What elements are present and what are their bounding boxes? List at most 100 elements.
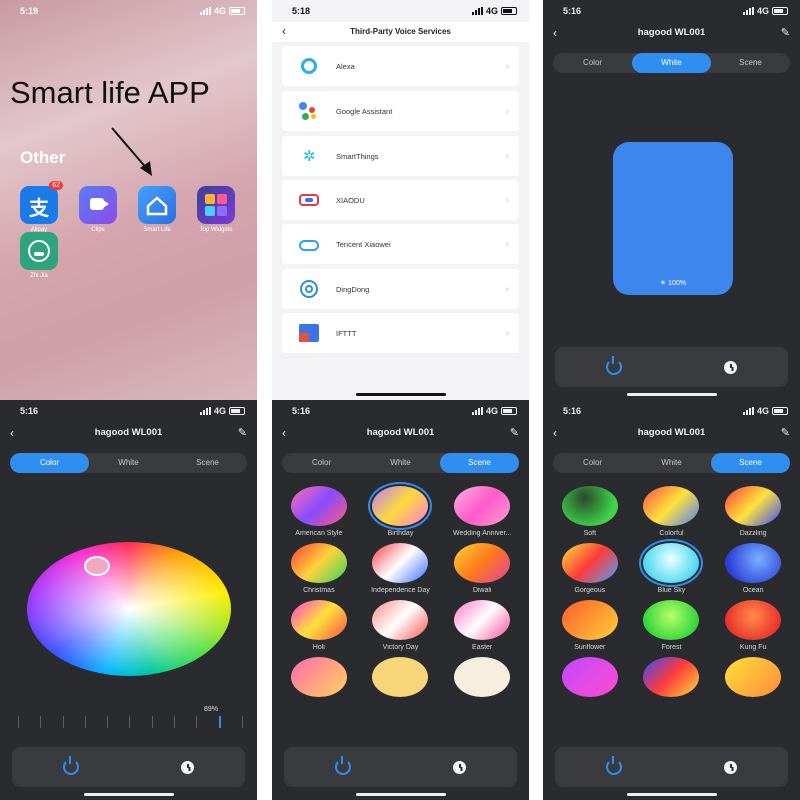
status-time: 5:16 xyxy=(563,406,582,416)
scene-mode-panel-2: 5:16 4G ‹ hagood WL001 ✎ Color White Sce… xyxy=(543,400,800,800)
status-bar: 5:19 4G xyxy=(0,0,257,22)
scene-soft[interactable]: Soft xyxy=(549,486,631,537)
app-label: Smart Life xyxy=(143,227,171,233)
chevron-right-icon: › xyxy=(505,283,509,295)
battery-icon xyxy=(229,7,245,15)
power-icon[interactable] xyxy=(606,756,622,775)
service-row-tencent-xiaowei[interactable]: Tencent Xiaowei › xyxy=(282,224,519,264)
service-row-dingdong[interactable]: DingDong › xyxy=(282,269,519,309)
tab-white[interactable]: White xyxy=(632,453,711,473)
color-wheel[interactable] xyxy=(27,542,231,676)
back-button[interactable]: ‹ xyxy=(282,24,286,38)
scene-blue-sky[interactable]: Blue Sky xyxy=(631,543,713,594)
scene-item[interactable] xyxy=(631,657,713,701)
timer-icon[interactable] xyxy=(724,360,737,374)
power-icon[interactable] xyxy=(335,756,351,775)
app-top-widgets[interactable]: Top Widgets xyxy=(195,186,237,233)
back-button[interactable]: ‹ xyxy=(282,422,286,444)
scene-diwali[interactable]: Diwali xyxy=(441,543,523,594)
tab-white[interactable]: White xyxy=(632,53,711,73)
scene-birthday[interactable]: Birthday xyxy=(360,486,442,537)
scene-item[interactable] xyxy=(549,657,631,701)
scene-label: Blue Sky xyxy=(657,587,686,594)
service-row-ifttt[interactable]: IFTTT › xyxy=(282,313,519,353)
timer-icon[interactable] xyxy=(453,760,466,774)
scene-item[interactable] xyxy=(278,657,360,701)
tab-color[interactable]: Color xyxy=(553,53,632,73)
service-row-google-assistant[interactable]: Google Assistant › xyxy=(282,91,519,131)
scene-wedding-anniversary[interactable]: Wedding Anniver... xyxy=(441,486,523,537)
battery-icon xyxy=(229,407,245,415)
tab-color[interactable]: Color xyxy=(553,453,632,473)
brightness-panel[interactable]: ☀ 100% xyxy=(613,142,733,295)
tab-scene[interactable]: Scene xyxy=(711,53,790,73)
service-row-smartthings[interactable]: ✲ SmartThings › xyxy=(282,136,519,176)
color-picker-handle[interactable] xyxy=(84,556,110,576)
scene-kung-fu[interactable]: Kung Fu xyxy=(712,600,794,651)
scene-item[interactable] xyxy=(441,657,523,701)
app-zhi-jia[interactable]: Zhi Jia xyxy=(18,232,60,279)
app-clips[interactable]: Clips xyxy=(77,186,119,233)
scene-colorful[interactable]: Colorful xyxy=(631,486,713,537)
google-assistant-icon xyxy=(298,100,320,122)
power-icon[interactable] xyxy=(606,356,622,375)
battery-icon xyxy=(772,407,788,415)
device-title: hagood WL001 xyxy=(637,427,706,438)
scene-american-style[interactable]: American Style xyxy=(278,486,360,537)
edit-icon[interactable]: ✎ xyxy=(238,422,247,444)
scene-easter[interactable]: Easter xyxy=(441,600,523,651)
timer-icon[interactable] xyxy=(724,760,737,774)
edit-icon[interactable]: ✎ xyxy=(781,22,790,44)
arrow-icon xyxy=(111,127,152,176)
device-header: ‹ hagood WL001 ✎ xyxy=(272,422,529,444)
chevron-right-icon: › xyxy=(505,60,509,72)
service-row-alexa[interactable]: Alexa › xyxy=(282,46,519,86)
device-header: ‹ hagood WL001 ✎ xyxy=(543,22,800,44)
smartthings-icon: ✲ xyxy=(303,148,316,165)
scene-forest[interactable]: Forest xyxy=(631,600,713,651)
scene-dazzling[interactable]: Dazzling xyxy=(712,486,794,537)
scene-holi[interactable]: Holi xyxy=(278,600,360,651)
tab-scene[interactable]: Scene xyxy=(168,453,247,473)
scene-independence-day[interactable]: Independence Day xyxy=(360,543,442,594)
nav-bar: ‹ Third-Party Voice Services xyxy=(272,22,529,42)
timer-icon[interactable] xyxy=(181,760,194,774)
scene-victory-day[interactable]: Victory Day xyxy=(360,600,442,651)
tab-color[interactable]: Color xyxy=(10,453,89,473)
scene-item[interactable] xyxy=(712,657,794,701)
scene-gorgeous[interactable]: Gorgeous xyxy=(549,543,631,594)
tab-white[interactable]: White xyxy=(361,453,440,473)
edit-icon[interactable]: ✎ xyxy=(781,422,790,444)
tab-scene[interactable]: Scene xyxy=(711,453,790,473)
service-label: DingDong xyxy=(336,284,370,294)
power-icon[interactable] xyxy=(63,756,79,775)
device-title: hagood WL001 xyxy=(366,427,435,438)
signal-icon xyxy=(471,407,483,415)
brightness-slider[interactable] xyxy=(18,716,243,728)
app-smart-life[interactable]: Smart Life xyxy=(136,186,178,233)
bottom-controls xyxy=(555,747,788,787)
mode-tabs: Color White Scene xyxy=(553,453,790,473)
tab-white[interactable]: White xyxy=(89,453,168,473)
back-button[interactable]: ‹ xyxy=(10,422,14,444)
scene-christmas[interactable]: Christmas xyxy=(278,543,360,594)
tab-scene[interactable]: Scene xyxy=(440,453,519,473)
tab-color[interactable]: Color xyxy=(282,453,361,473)
back-button[interactable]: ‹ xyxy=(553,422,557,444)
device-header: ‹ hagood WL001 ✎ xyxy=(543,422,800,444)
page-title: Third-Party Voice Services xyxy=(350,27,451,36)
scene-sunflower[interactable]: Sunflower xyxy=(549,600,631,651)
network-label: 4G xyxy=(485,406,498,416)
status-bar: 5:16 4G xyxy=(0,400,257,422)
tencent-xiaowei-icon xyxy=(298,233,320,255)
edit-icon[interactable]: ✎ xyxy=(510,422,519,444)
app-alipay[interactable]: 支 62 Alipay xyxy=(18,181,63,233)
service-row-xiaodu[interactable]: XIAODU › xyxy=(282,180,519,220)
scene-ocean[interactable]: Ocean xyxy=(712,543,794,594)
back-button[interactable]: ‹ xyxy=(553,22,557,44)
service-label: Tencent Xiaowei xyxy=(336,239,391,249)
white-mode-panel: 5:16 4G ‹ hagood WL001 ✎ Color White Sce… xyxy=(543,0,800,400)
scene-item[interactable] xyxy=(360,657,442,701)
mode-tabs: Color White Scene xyxy=(10,453,247,473)
chevron-right-icon: › xyxy=(505,327,509,339)
